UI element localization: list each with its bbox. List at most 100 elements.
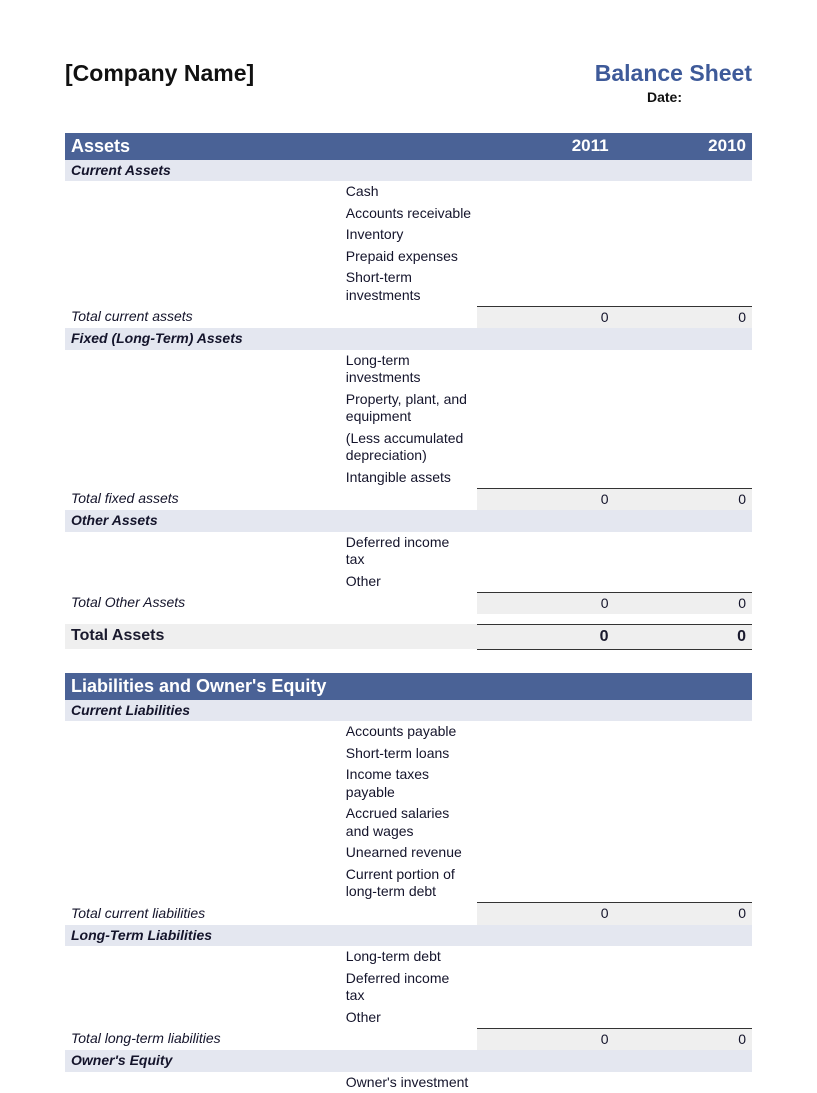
line-item: Long-term debt xyxy=(340,946,477,968)
cell-value[interactable] xyxy=(477,467,614,489)
title-block: Balance Sheet Date: xyxy=(595,60,752,105)
line-item: Accounts receivable xyxy=(340,203,477,225)
cell-value[interactable] xyxy=(477,571,614,593)
section-title: Assets xyxy=(65,133,477,160)
cell-value[interactable] xyxy=(615,1072,752,1093)
total-label: Total Other Assets xyxy=(65,592,477,614)
cell-value[interactable] xyxy=(615,842,752,864)
line-item: Deferred income tax xyxy=(340,532,477,571)
total-fixed-assets: Total fixed assets 0 0 xyxy=(65,488,752,510)
cell-value[interactable] xyxy=(615,803,752,842)
cell-value[interactable] xyxy=(477,803,614,842)
section-liabilities-equity: Liabilities and Owner's Equity xyxy=(65,673,752,700)
section-title: Liabilities and Owner's Equity xyxy=(65,673,752,700)
grand-total-label: Total Assets xyxy=(65,624,477,649)
cell-value[interactable] xyxy=(615,764,752,803)
cell-value[interactable] xyxy=(477,267,614,306)
subhead-longterm-liabilities: Long-Term Liabilities xyxy=(65,925,752,947)
subhead-label: Long-Term Liabilities xyxy=(65,925,752,947)
total-longterm-liabilities: Total long-term liabilities 0 0 xyxy=(65,1028,752,1050)
cell-value[interactable] xyxy=(615,467,752,489)
total-current-liabilities: Total current liabilities 0 0 xyxy=(65,903,752,925)
total-value: 0 xyxy=(615,903,752,925)
line-item: (Less accumulated depreciation) xyxy=(340,428,477,467)
cell-value[interactable] xyxy=(477,224,614,246)
cell-value[interactable] xyxy=(477,350,614,389)
total-value: 0 xyxy=(477,1028,614,1050)
total-assets: Total Assets 0 0 xyxy=(65,624,752,649)
cell-value[interactable] xyxy=(615,224,752,246)
year-col-2: 2010 xyxy=(615,133,752,160)
total-value: 0 xyxy=(477,488,614,510)
line-item: Inventory xyxy=(340,224,477,246)
cell-value[interactable] xyxy=(477,842,614,864)
total-value: 0 xyxy=(615,592,752,614)
line-item: Long-term investments xyxy=(340,350,477,389)
date-label: Date: xyxy=(595,89,752,105)
cell-value[interactable] xyxy=(615,721,752,743)
cell-value[interactable] xyxy=(615,428,752,467)
cell-value[interactable] xyxy=(477,864,614,903)
subhead-other-assets: Other Assets xyxy=(65,510,752,532)
line-item: Owner's investment xyxy=(340,1072,477,1093)
subhead-label: Owner's Equity xyxy=(65,1050,752,1072)
line-item: Income taxes payable xyxy=(340,764,477,803)
grand-total-value: 0 xyxy=(477,624,614,649)
cell-value[interactable] xyxy=(615,968,752,1007)
subhead-fixed-assets: Fixed (Long-Term) Assets xyxy=(65,328,752,350)
cell-value[interactable] xyxy=(477,203,614,225)
cell-value[interactable] xyxy=(477,389,614,428)
cell-value[interactable] xyxy=(615,1007,752,1029)
cell-value[interactable] xyxy=(615,946,752,968)
total-value: 0 xyxy=(477,903,614,925)
cell-value[interactable] xyxy=(477,721,614,743)
cell-value[interactable] xyxy=(477,181,614,203)
subhead-current-assets: Current Assets xyxy=(65,160,752,182)
subhead-owners-equity: Owner's Equity xyxy=(65,1050,752,1072)
cell-value[interactable] xyxy=(615,389,752,428)
line-item: Unearned revenue xyxy=(340,842,477,864)
cell-value[interactable] xyxy=(477,1072,614,1093)
line-item: Other xyxy=(340,571,477,593)
cell-value[interactable] xyxy=(615,743,752,765)
total-value: 0 xyxy=(477,592,614,614)
line-item: Short-term investments xyxy=(340,267,477,306)
subhead-label: Other Assets xyxy=(65,510,752,532)
line-item: Cash xyxy=(340,181,477,203)
line-item: Current portion of long-term debt xyxy=(340,864,477,903)
cell-value[interactable] xyxy=(615,267,752,306)
total-other-assets: Total Other Assets 0 0 xyxy=(65,592,752,614)
total-current-assets: Total current assets 0 0 xyxy=(65,306,752,328)
cell-value[interactable] xyxy=(477,743,614,765)
cell-value[interactable] xyxy=(477,532,614,571)
line-item: Prepaid expenses xyxy=(340,246,477,268)
total-label: Total current liabilities xyxy=(65,903,477,925)
cell-value[interactable] xyxy=(615,571,752,593)
cell-value[interactable] xyxy=(477,764,614,803)
cell-value[interactable] xyxy=(477,1007,614,1029)
total-value: 0 xyxy=(477,306,614,328)
cell-value[interactable] xyxy=(615,181,752,203)
year-col-1: 2011 xyxy=(477,133,614,160)
header: [Company Name] Balance Sheet Date: xyxy=(65,60,752,105)
total-label: Total long-term liabilities xyxy=(65,1028,477,1050)
company-name: [Company Name] xyxy=(65,60,254,87)
line-item: Accrued salaries and wages xyxy=(340,803,477,842)
cell-value[interactable] xyxy=(615,532,752,571)
cell-value[interactable] xyxy=(477,946,614,968)
line-item: Deferred income tax xyxy=(340,968,477,1007)
line-item: Property, plant, and equipment xyxy=(340,389,477,428)
subhead-label: Current Liabilities xyxy=(65,700,752,722)
document-title: Balance Sheet xyxy=(595,60,752,87)
subhead-label: Current Assets xyxy=(65,160,752,182)
balance-sheet-table: Assets 2011 2010 Current Assets Cash Acc… xyxy=(65,133,752,1093)
grand-total-value: 0 xyxy=(615,624,752,649)
cell-value[interactable] xyxy=(615,350,752,389)
cell-value[interactable] xyxy=(477,968,614,1007)
cell-value[interactable] xyxy=(477,246,614,268)
cell-value[interactable] xyxy=(615,864,752,903)
cell-value[interactable] xyxy=(615,203,752,225)
subhead-current-liabilities: Current Liabilities xyxy=(65,700,752,722)
cell-value[interactable] xyxy=(615,246,752,268)
cell-value[interactable] xyxy=(477,428,614,467)
